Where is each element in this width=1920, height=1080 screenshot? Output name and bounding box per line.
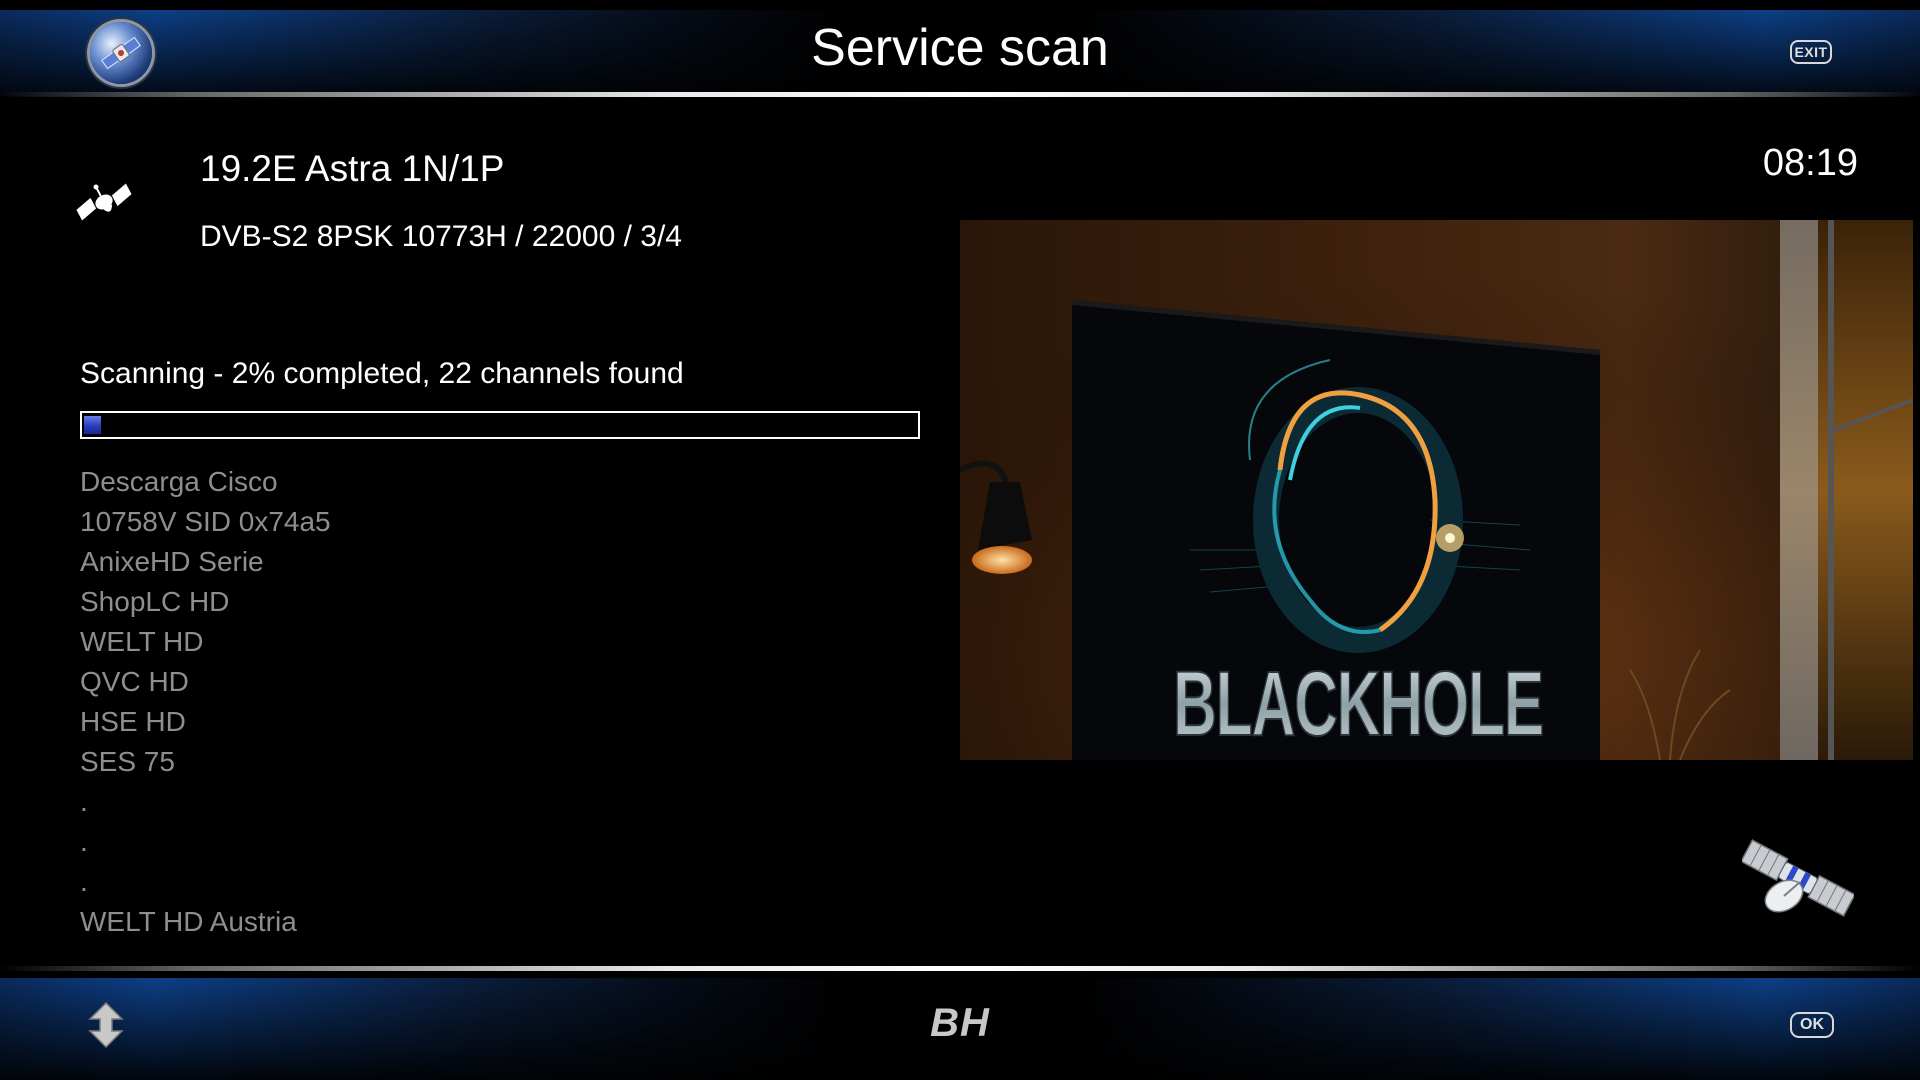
satellite-dish-icon [1740,822,1856,934]
exit-button[interactable]: EXIT [1790,40,1832,64]
transponder-info: DVB-S2 8PSK 10773H / 22000 / 3/4 [200,220,682,253]
satellite-name: 19.2E Astra 1N/1P [200,148,505,189]
scan-status: Scanning - 2% completed, 22 channels fou… [80,357,684,390]
channel-list-item: . [80,786,88,817]
scan-progress-bar [80,411,920,439]
channel-list-item: Descarga Cisco [80,466,278,497]
header-divider [0,92,1920,97]
bh-logo: BH [930,1001,990,1045]
channel-list-item: SES 75 [80,746,175,777]
scan-progress-fill [84,416,101,434]
channel-list-item: WELT HD Austria [80,906,297,937]
clock: 08:19 [1762,142,1858,184]
ok-button[interactable]: OK [1790,1012,1834,1038]
channel-list-item: HSE HD [80,706,186,737]
footer-divider [0,966,1920,971]
page-title: Service scan [811,19,1109,77]
channel-list-item: ShopLC HD [80,586,230,617]
video-preview: BLACKHOLE [960,220,1913,760]
channel-list-item: . [80,866,88,897]
satellite-icon [72,175,136,229]
preview-logo-text: BLACKHOLE [1173,653,1543,755]
channel-list-item: QVC HD [80,666,189,697]
channel-list-item: WELT HD [80,626,204,657]
service-scan-screen: Service scan EXIT 19.2E Astra 1N/1P DVB-… [0,0,1920,1080]
channel-list-item: AnixeHD Serie [80,546,264,577]
found-channels-list: Descarga Cisco 10758V SID 0x74a5 AnixeHD S… [80,462,331,942]
channel-list-item: 10758V SID 0x74a5 [80,506,331,537]
channel-list-item: . [80,826,88,857]
